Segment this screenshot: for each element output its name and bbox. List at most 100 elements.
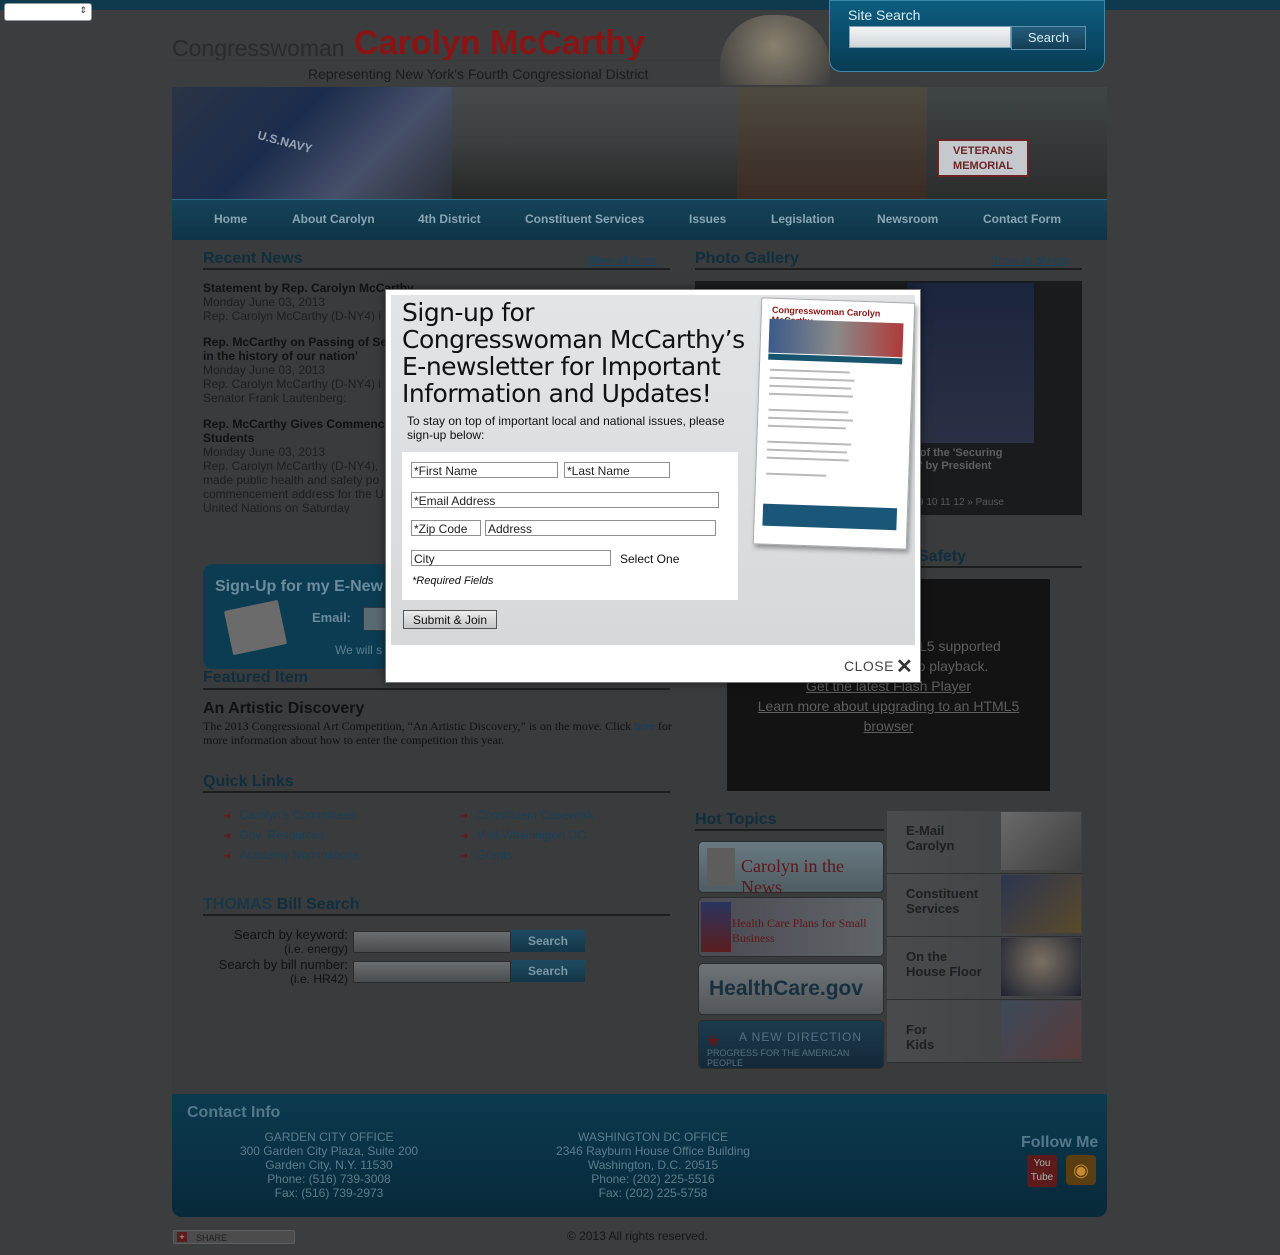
plus-icon: + [177,1232,187,1242]
quick-links-title: Quick Links [203,773,294,790]
newsletter-preview-line [766,456,849,462]
featured-text-before: The 2013 Congressional Art Competition, … [203,719,632,733]
share-button[interactable]: + SHARE [173,1230,295,1244]
nav-contact-form[interactable]: Contact Form [983,212,1061,226]
recent-news-show-all[interactable]: Show all items [586,255,657,267]
html5-browser-link[interactable]: Learn more about upgrading to an HTML5 [727,696,1050,716]
quick-link-gov-resources[interactable]: Gov. Resources [223,826,359,846]
site-search-button[interactable]: Search [1011,26,1086,50]
hot-topics-rule [695,829,884,831]
newsletter-preview-line [767,424,846,430]
nav-newsroom[interactable]: Newsroom [877,212,938,226]
newsletter-preview-line [769,368,850,374]
flag-icon [1001,875,1081,933]
html5-browser-link-cont[interactable]: browser [727,716,1050,736]
side-box-line: Kids [906,1037,935,1052]
gallery-caption: g of the 'Securing ct' by President [910,447,1002,473]
hot-topic-sublabel: PROGRESS FOR THE AMERICAN PEOPLE [707,1048,850,1068]
submit-join-button[interactable]: Submit & Join [403,610,497,629]
side-box-line: Carolyn [906,838,955,853]
nav-about-carolyn[interactable]: About Carolyn [292,212,375,226]
quick-link-casework[interactable]: Constituent Casework [460,806,593,826]
hot-topic-label: HealthCare.gov [709,977,864,1000]
banner-portrait-photo [737,87,927,199]
quick-link-committees[interactable]: Carolyn's Committees [223,806,359,826]
youtube-icon[interactable]: You Tube [1027,1155,1057,1187]
office-line: 300 Garden City Plaza, Suite 200 [239,1144,419,1158]
hot-topic-healthcare-gov[interactable]: HealthCare.gov [698,963,884,1015]
footer-title: Contact Info [187,1104,281,1121]
newspaper-icon [707,848,735,886]
quick-link-visit-dc[interactable]: Visit Washington DC [460,826,594,846]
rss-icon[interactable]: ◉ [1066,1155,1096,1185]
close-label: CLOSE [844,658,894,674]
close-icon: ✕ [895,656,914,678]
header-title-prefix: Congresswoman [172,35,345,61]
address-field[interactable]: Address [485,520,716,536]
thomas-bill-input[interactable] [353,961,511,983]
quick-link-academy[interactable]: Academy Nominations [223,846,359,866]
thomas-keyword-input[interactable] [353,931,511,953]
thomas-keyword-search-button[interactable]: Search [511,930,585,952]
side-box-line: Services [906,901,960,916]
photo-gallery-rule [695,268,1082,270]
office-line: 2346 Rayburn House Office Building [556,1144,750,1158]
office-line: Fax: (202) 225-5758 [598,1186,708,1200]
gallery-caption-line: ct' by President [910,460,992,472]
thomas-title-rest: Bill Search [276,896,360,913]
hot-topic-carolyn-in-news[interactable]: Carolyn in the News [698,841,884,897]
side-box-line: On the [906,949,948,964]
enews-email-input[interactable] [363,607,387,631]
newsletter-preview-image: Congresswoman Carolyn McCarthy [752,297,916,550]
city-field[interactable]: City [411,550,611,566]
nav-legislation[interactable]: Legislation [771,212,834,226]
side-box-line: For [906,1022,927,1037]
language-select[interactable]: ⇕ [4,3,92,21]
quick-link-grants[interactable]: Grants [460,846,594,866]
header-banner: U.S.NAVY VETERANS MEMORIAL [172,87,1107,199]
kids-icon [1001,1001,1081,1059]
thomas-rule [203,914,670,916]
featured-item-title: Featured Item [203,669,308,686]
recent-news-rule [203,268,670,270]
newsletter-preview-line [767,440,852,446]
thomas-bill-label: Search by bill number: [218,957,348,972]
header-title-name: Carolyn McCarthy [354,24,645,62]
last-name-field[interactable]: *Last Name [564,462,670,478]
first-name-field[interactable]: *First Name [411,462,558,478]
nav-home[interactable]: Home [214,212,247,226]
email-field[interactable]: *Email Address [411,492,719,508]
office-line: Phone: (516) 739-3008 [267,1172,391,1186]
close-button[interactable]: CLOSE ✕ [844,654,913,679]
nav-constituent-services[interactable]: Constituent Services [525,212,644,226]
computer-mouse-icon [1001,812,1081,870]
quick-links-col2: Constituent Casework Visit Washington DC… [460,806,594,866]
photo-gallery-show-all[interactable]: Show all photos [991,255,1069,267]
featured-here-link[interactable]: here [634,719,655,733]
gallery-pager[interactable]: 9 10 11 12 » Pause [918,497,1004,508]
side-box-email-carolyn[interactable]: E-Mail Carolyn [887,811,1082,874]
office-line: Fax: (516) 739-2973 [274,1186,384,1200]
side-box-for-kids[interactable]: For Kids [887,1000,1082,1063]
site-search-label: Site Search [848,7,921,23]
newsletter-preview-line [768,416,854,422]
youtube-icon-top: You [1033,1158,1051,1169]
side-box-house-floor[interactable]: On the House Floor [887,937,1082,1000]
hot-topic-new-direction[interactable]: ★ A NEW DIRECTION PROGRESS FOR THE AMERI… [698,1020,884,1069]
side-box-label: For Kids [906,1022,934,1052]
site-search-input[interactable] [849,26,1011,48]
main-nav: Home About Carolyn 4th District Constitu… [172,199,1107,241]
state-select[interactable]: Select One [620,552,679,566]
thomas-bill-search-button[interactable]: Search [511,960,585,982]
featured-rule [203,688,670,690]
nav-issues[interactable]: Issues [689,212,726,226]
nav-4th-district[interactable]: 4th District [418,212,481,226]
zip-code-field[interactable]: *Zip Code [411,520,481,536]
recent-news-title: Recent News [203,250,303,267]
newsletter-preview-line [769,384,852,390]
side-box-constituent-services[interactable]: Constituent Services [887,874,1082,937]
hot-topic-health-care-small-business[interactable]: Health Care Plans for Small Business [698,897,884,957]
video-section-title: Safety [918,548,967,565]
photo-gallery-title: Photo Gallery [695,250,800,267]
garden-city-office: GARDEN CITY OFFICE 300 Garden City Plaza… [239,1130,419,1200]
